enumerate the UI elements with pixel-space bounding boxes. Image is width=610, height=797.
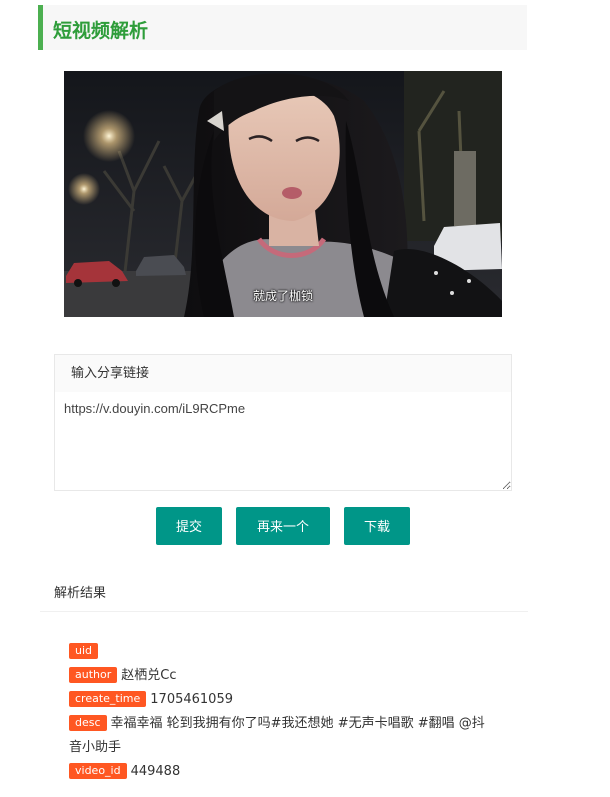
result-row-video-id: video_id 449488 — [69, 760, 509, 784]
result-row-author: author 赵栖兑Cc — [69, 664, 509, 688]
again-button[interactable]: 再来一个 — [236, 507, 330, 545]
desc-value: 幸福幸福 轮到我拥有你了吗#我还想她 #无声卡唱歌 #翻唱 @抖音小助手 — [69, 716, 485, 755]
result-row-create-time: create_time 1705461059 — [69, 688, 509, 712]
submit-button[interactable]: 提交 — [156, 507, 222, 545]
page-header: 短视频解析 — [38, 5, 527, 50]
video-click-area[interactable] — [64, 71, 502, 317]
result-row-desc: desc 幸福幸福 轮到我拥有你了吗#我还想她 #无声卡唱歌 #翻唱 @抖音小助手 — [69, 712, 489, 760]
share-link-header: 输入分享链接 — [55, 355, 511, 393]
create-time-tag: create_time — [69, 691, 147, 707]
page-title: 短视频解析 — [53, 20, 149, 42]
uid-tag: uid — [69, 643, 99, 659]
create-time-value: 1705461059 — [150, 692, 233, 707]
desc-tag: desc — [69, 715, 107, 731]
result-list: uid author 赵栖兑Cc create_time 1705461059 de… — [69, 640, 509, 784]
download-button[interactable]: 下载 — [344, 507, 410, 545]
share-link-card: 输入分享链接 — [54, 354, 512, 491]
share-link-input[interactable] — [55, 392, 511, 490]
result-divider — [40, 611, 528, 612]
video-id-tag: video_id — [69, 763, 127, 779]
video-preview[interactable]: 就成了枷锁 — [64, 71, 502, 317]
result-row-uid: uid — [69, 640, 509, 664]
video-id-value: 449488 — [130, 764, 181, 779]
result-title: 解析结果 — [54, 586, 107, 601]
author-tag: author — [69, 667, 118, 683]
author-value: 赵栖兑Cc — [121, 668, 177, 683]
